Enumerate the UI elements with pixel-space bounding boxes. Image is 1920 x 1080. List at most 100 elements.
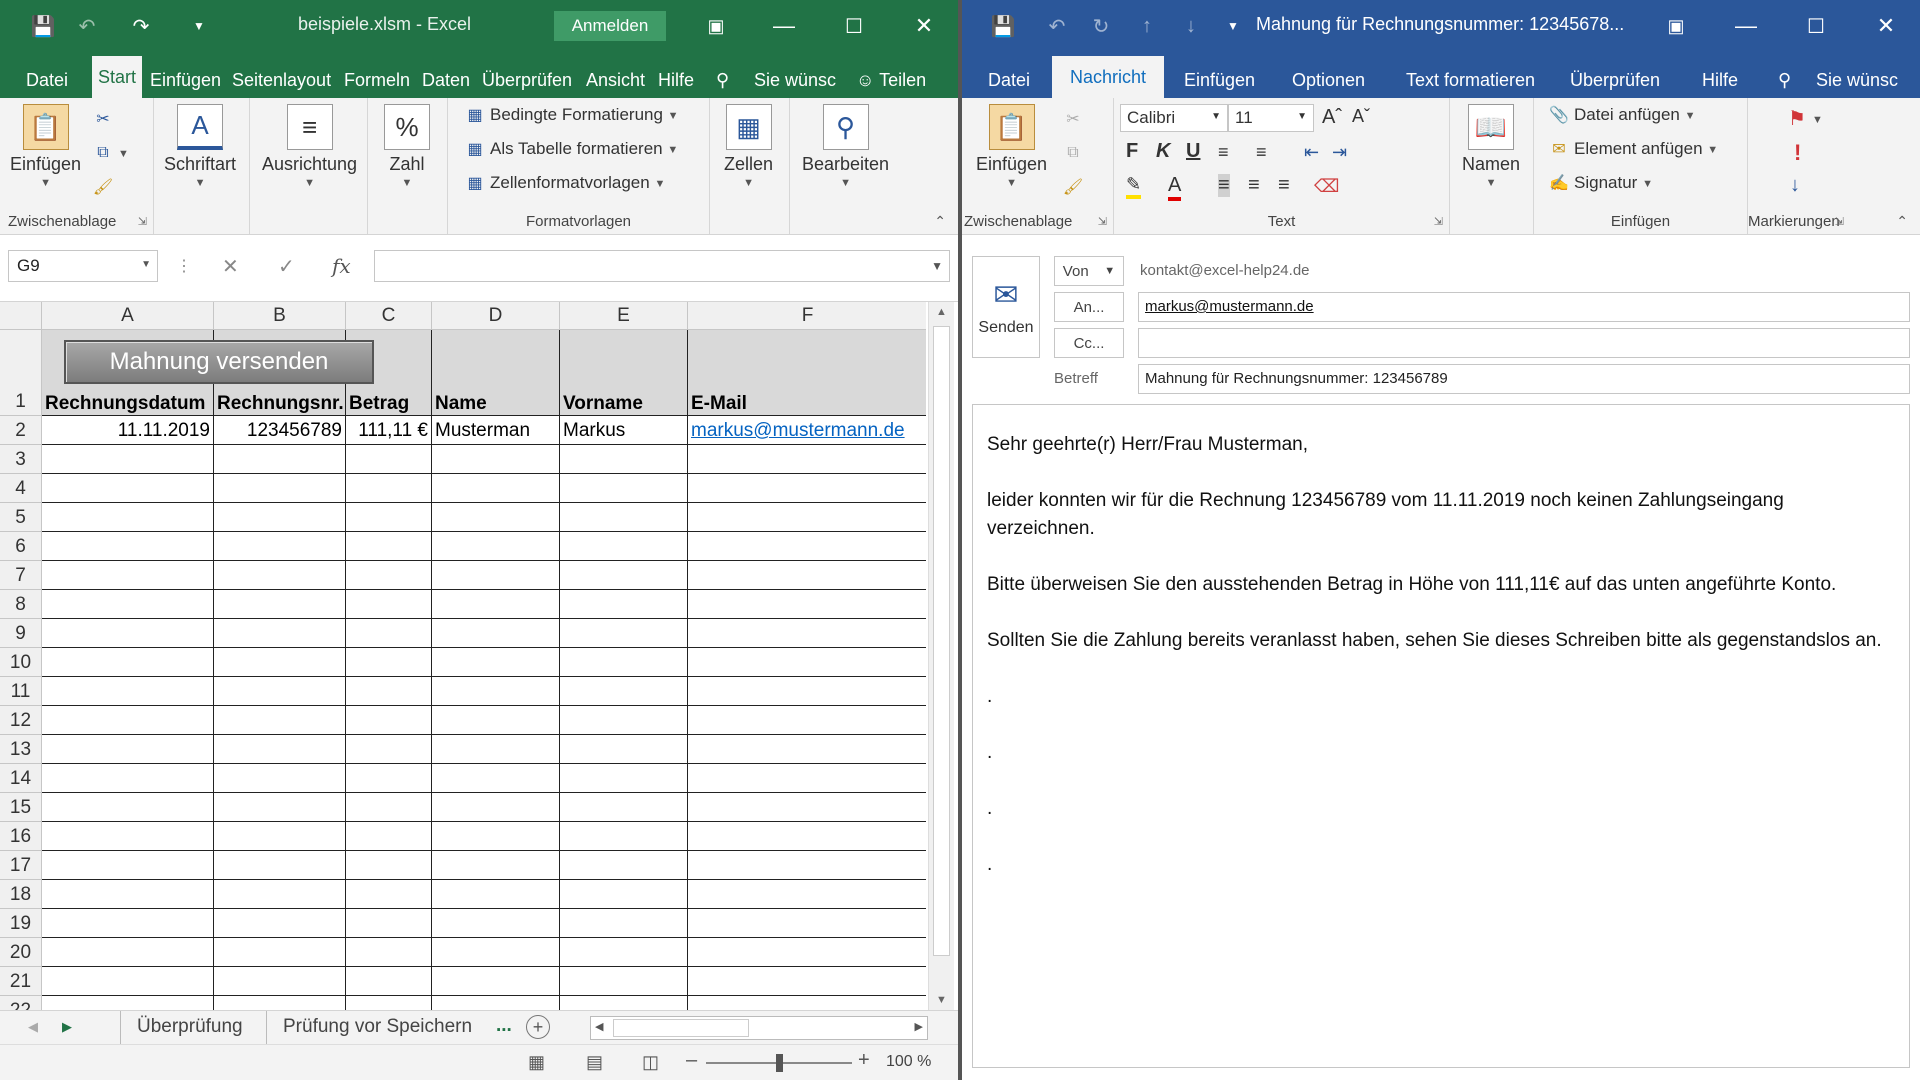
- ribbon-display-icon[interactable]: ▣: [1656, 10, 1696, 42]
- empty-cell[interactable]: [688, 938, 926, 967]
- row-header[interactable]: 10: [0, 648, 42, 677]
- grow-font-icon[interactable]: Aˆ: [1322, 106, 1342, 129]
- empty-cell[interactable]: [42, 503, 214, 532]
- minimize-icon[interactable]: —: [1726, 10, 1766, 42]
- header-cell[interactable]: Vorname: [560, 330, 688, 416]
- empty-cell[interactable]: [688, 967, 926, 996]
- highlight-icon[interactable]: ✎: [1126, 174, 1142, 199]
- empty-cell[interactable]: [214, 909, 346, 938]
- empty-cell[interactable]: [688, 619, 926, 648]
- redo-icon[interactable]: ↻: [1086, 12, 1116, 40]
- tab-review[interactable]: Überprüfen: [1566, 62, 1664, 98]
- attach-item-button[interactable]: ✉ Element anfügen ▼: [1548, 138, 1718, 160]
- data-cell[interactable]: markus@mustermann.de: [688, 416, 926, 445]
- tab-insert[interactable]: Einfügen: [1180, 62, 1259, 98]
- empty-cell[interactable]: [432, 851, 560, 880]
- empty-cell[interactable]: [560, 445, 688, 474]
- dialog-launcher-icon[interactable]: ⇲: [1835, 215, 1844, 228]
- prev-sheet-icon[interactable]: ◀: [28, 1019, 38, 1035]
- empty-cell[interactable]: [346, 996, 432, 1010]
- message-body[interactable]: Sehr geehrte(r) Herr/Frau Musterman, leid…: [972, 404, 1910, 1068]
- empty-cell[interactable]: [214, 967, 346, 996]
- low-importance-icon[interactable]: ↓: [1790, 174, 1800, 197]
- zoom-out-icon[interactable]: –: [686, 1049, 697, 1072]
- paste-button[interactable]: 📋 Einfügen ▼: [976, 104, 1047, 189]
- editing-button[interactable]: ⚲ Bearbeiten ▼: [802, 104, 889, 189]
- empty-cell[interactable]: [432, 967, 560, 996]
- name-box[interactable]: G9 ▼: [8, 250, 158, 282]
- tellme-box[interactable]: Sie wünsc: [1812, 62, 1902, 98]
- cells-button[interactable]: ▦ Zellen ▼: [724, 104, 773, 189]
- font-name-select[interactable]: Calibri ▼: [1120, 104, 1228, 132]
- format-painter-button[interactable]: 🖌: [1062, 176, 1088, 198]
- empty-cell[interactable]: [346, 967, 432, 996]
- email-link[interactable]: markus@mustermann.de: [691, 420, 905, 441]
- page-layout-view-icon[interactable]: ▤: [586, 1052, 603, 1073]
- empty-cell[interactable]: [214, 764, 346, 793]
- row-header[interactable]: 12: [0, 706, 42, 735]
- names-button[interactable]: 📖 Namen ▼: [1462, 104, 1520, 189]
- empty-cell[interactable]: [432, 561, 560, 590]
- empty-cell[interactable]: [560, 677, 688, 706]
- flag-icon[interactable]: ⚑ ▼: [1788, 106, 1823, 131]
- empty-cell[interactable]: [346, 880, 432, 909]
- row-header[interactable]: 9: [0, 619, 42, 648]
- empty-cell[interactable]: [42, 793, 214, 822]
- empty-cell[interactable]: [346, 822, 432, 851]
- tab-view[interactable]: Ansicht: [582, 62, 649, 98]
- bullets-icon[interactable]: ≡: [1218, 142, 1229, 163]
- more-sheets[interactable]: ...: [496, 1015, 512, 1037]
- empty-cell[interactable]: [688, 590, 926, 619]
- empty-cell[interactable]: [560, 880, 688, 909]
- empty-cell[interactable]: [432, 648, 560, 677]
- subject-field[interactable]: Mahnung für Rechnungsnummer: 123456789: [1138, 364, 1910, 394]
- empty-cell[interactable]: [214, 706, 346, 735]
- row-header[interactable]: 22: [0, 996, 42, 1010]
- empty-cell[interactable]: [42, 677, 214, 706]
- empty-cell[interactable]: [560, 735, 688, 764]
- empty-cell[interactable]: [214, 735, 346, 764]
- empty-cell[interactable]: [214, 880, 346, 909]
- row-header[interactable]: 14: [0, 764, 42, 793]
- empty-cell[interactable]: [346, 561, 432, 590]
- font-color-icon[interactable]: A: [1168, 174, 1182, 201]
- empty-cell[interactable]: [214, 677, 346, 706]
- collapse-ribbon-icon[interactable]: ⌃: [1896, 213, 1908, 230]
- empty-cell[interactable]: [346, 706, 432, 735]
- normal-view-icon[interactable]: ▦: [528, 1052, 545, 1073]
- empty-cell[interactable]: [346, 938, 432, 967]
- empty-cell[interactable]: [560, 648, 688, 677]
- tab-formulas[interactable]: Formeln: [340, 62, 414, 98]
- empty-cell[interactable]: [560, 967, 688, 996]
- numbering-icon[interactable]: ≡: [1256, 142, 1267, 163]
- zoom-slider[interactable]: [706, 1054, 852, 1072]
- minimize-icon[interactable]: —: [764, 10, 804, 42]
- empty-cell[interactable]: [214, 648, 346, 677]
- select-all-corner[interactable]: [0, 302, 42, 330]
- align-center-icon[interactable]: ≡: [1248, 174, 1260, 197]
- empty-cell[interactable]: [432, 735, 560, 764]
- clear-format-icon[interactable]: ⌫: [1314, 176, 1339, 197]
- zoom-level[interactable]: 100 %: [886, 1053, 931, 1071]
- save-icon[interactable]: 💾: [28, 12, 58, 40]
- dialog-launcher-icon[interactable]: ⇲: [1434, 215, 1443, 228]
- to-recipient[interactable]: markus@mustermann.de: [1145, 298, 1314, 315]
- empty-cell[interactable]: [688, 851, 926, 880]
- collapse-ribbon-icon[interactable]: ⌃: [934, 213, 946, 230]
- enter-icon[interactable]: ✓: [278, 250, 295, 282]
- undo-icon[interactable]: ↶: [72, 12, 102, 40]
- empty-cell[interactable]: [346, 764, 432, 793]
- empty-cell[interactable]: [42, 764, 214, 793]
- tab-file[interactable]: Datei: [22, 62, 72, 98]
- cut-button[interactable]: ✂: [1062, 108, 1088, 130]
- empty-cell[interactable]: [560, 532, 688, 561]
- sheet-tab-check[interactable]: Überprüfung: [120, 1011, 259, 1045]
- empty-cell[interactable]: [42, 967, 214, 996]
- empty-cell[interactable]: [42, 880, 214, 909]
- empty-cell[interactable]: [688, 648, 926, 677]
- tab-review[interactable]: Überprüfen: [478, 62, 576, 98]
- row-header[interactable]: 8: [0, 590, 42, 619]
- empty-cell[interactable]: [432, 822, 560, 851]
- tab-file[interactable]: Datei: [984, 62, 1034, 98]
- row-header[interactable]: 20: [0, 938, 42, 967]
